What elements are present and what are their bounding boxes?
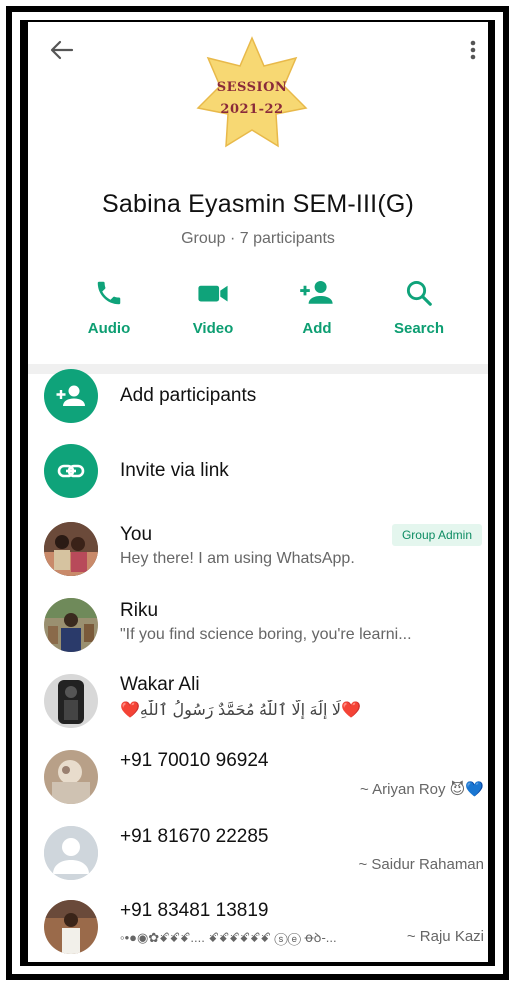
- video-call-button[interactable]: Video: [168, 278, 258, 337]
- participant-status: ◦•●◉✿ꗄꗄꗄ.... ꗄꗄꗄꗄꗄꗄ ⓢⓔ ꝋꝺ-...: [120, 930, 337, 945]
- group-subtitle: Group · 7 participants: [181, 230, 335, 247]
- session-label: SESSION: [216, 80, 288, 95]
- invite-link-label: Invite via link: [120, 460, 229, 481]
- invite-link-row[interactable]: Invite via link: [28, 434, 488, 508]
- participant-name: Wakar Ali: [120, 674, 200, 695]
- video-label: Video: [192, 320, 234, 337]
- more-options-icon[interactable]: [466, 38, 480, 64]
- group-photo[interactable]: SESSION 2021-22: [196, 36, 308, 158]
- participant-pushname: ~ Raju Kazi: [406, 928, 484, 945]
- participant-name: +91 83481 13819: [120, 900, 269, 921]
- participant-name: Riku: [120, 600, 159, 621]
- add-participants-icon: [44, 369, 98, 423]
- add-person-icon: [300, 281, 333, 304]
- participant-row[interactable]: +91 81670 22285 ~ Saidur Rahaman: [28, 816, 488, 890]
- avatar: [44, 900, 98, 954]
- participant-pushname: ~ Saidur Rahaman: [358, 856, 485, 873]
- participant-pushname: ~ Ariyan Roy 😈💙: [360, 781, 484, 798]
- participant-status: "If you find science boring, you're lear…: [120, 626, 412, 643]
- add-button[interactable]: Add: [272, 278, 362, 337]
- participant-row[interactable]: Riku "If you find science boring, you're…: [28, 588, 488, 662]
- search-button[interactable]: Search: [374, 278, 464, 337]
- audio-label: Audio: [87, 320, 131, 337]
- participant-name: You: [120, 524, 153, 545]
- avatar: [44, 522, 98, 576]
- participant-status: Hey there! I am using WhatsApp.: [120, 550, 355, 567]
- participant-status: ❤️لَا إِلَٰهَ إِلَّا ٱللَّٰهُ مُحَمَّدٌ …: [120, 702, 361, 719]
- search-label: Search: [393, 320, 445, 337]
- participant-row[interactable]: Wakar Ali ❤️لَا إِلَٰهَ إِلَّا ٱللَّٰهُ …: [28, 664, 488, 738]
- add-participants-row[interactable]: Add participants: [28, 359, 488, 433]
- participant-name: +91 81670 22285: [120, 826, 269, 847]
- back-arrow-icon[interactable]: [48, 36, 76, 64]
- action-bar: Audio Video Add Search: [28, 278, 488, 348]
- add-label: Add: [302, 320, 332, 337]
- phone-icon: [97, 281, 121, 305]
- group-name: Sabina Eyasmin SEM-III(G): [101, 190, 415, 218]
- link-icon: [44, 444, 98, 498]
- add-participants-label: Add participants: [120, 385, 257, 406]
- avatar: [44, 674, 98, 728]
- default-avatar-icon: [44, 826, 98, 880]
- audio-call-button[interactable]: Audio: [64, 278, 154, 337]
- avatar: [44, 598, 98, 652]
- video-camera-icon: [198, 285, 228, 302]
- search-icon: [406, 280, 432, 306]
- participant-name: +91 70010 96924: [120, 750, 269, 771]
- group-info-screen: SESSION 2021-22 Sabina Eyasmin SEM-III(G…: [28, 22, 488, 962]
- session-year: 2021-22: [220, 102, 284, 117]
- avatar: [44, 750, 98, 804]
- participant-row[interactable]: +91 70010 96924 ~ Ariyan Roy 😈💙: [28, 740, 488, 814]
- group-admin-badge: Group Admin: [391, 524, 482, 546]
- participant-row[interactable]: You Group Admin Hey there! I am using Wh…: [28, 512, 488, 586]
- participant-row[interactable]: +91 83481 13819 ◦•●◉✿ꗄꗄꗄ.... ꗄꗄꗄꗄꗄꗄ ⓢⓔ ꝋ…: [28, 890, 488, 962]
